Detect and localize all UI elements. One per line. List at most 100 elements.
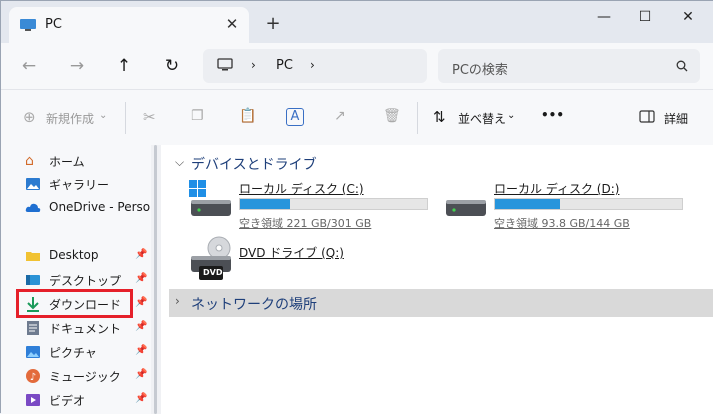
back-button[interactable]: ← bbox=[18, 55, 40, 77]
sidebar-item-label: ビデオ bbox=[49, 394, 86, 408]
navigation-pane: ⌂ ホーム ギャラリー OneDrive - Persona Desktop 📌 bbox=[1, 145, 151, 414]
drive-name: DVD ドライブ (Q:) bbox=[239, 246, 344, 260]
storage-bar bbox=[494, 198, 683, 210]
address-bar[interactable]: › PC › bbox=[203, 49, 427, 83]
up-button[interactable]: ↑ bbox=[113, 55, 135, 77]
delete-icon[interactable]: 🗑 bbox=[383, 108, 401, 128]
search-icon bbox=[676, 60, 688, 72]
devices-section-header[interactable]: ⌵ デバイスとドライブ bbox=[161, 150, 713, 176]
sort-icon: ⇅ bbox=[433, 108, 446, 126]
pictures-icon bbox=[26, 346, 40, 358]
sidebar-item-label: ピクチャ bbox=[49, 346, 97, 360]
windows-drive-icon bbox=[189, 180, 231, 216]
pin-icon[interactable]: 📌 bbox=[135, 249, 147, 260]
content-pane: ⌵ デバイスとドライブ ローカル ディスク (C:) 空き領域 221 GB/3… bbox=[161, 145, 713, 414]
drive-name: ローカル ディスク (C:) bbox=[239, 182, 364, 196]
sidebar-item-label: ホーム bbox=[49, 155, 85, 169]
sidebar-item-pictures[interactable]: ピクチャ 📌 bbox=[25, 341, 151, 363]
divider bbox=[125, 102, 126, 134]
sidebar-item-label: Desktop bbox=[49, 248, 99, 262]
drive-d[interactable]: ローカル ディスク (D:) 空き領域 93.8 GB/144 GB bbox=[444, 180, 684, 240]
section-title: デバイスとドライブ bbox=[191, 157, 317, 173]
section-title: ネットワークの場所 bbox=[191, 297, 317, 313]
sidebar-item-desktop-folder[interactable]: Desktop 📌 bbox=[25, 245, 151, 267]
sort-button[interactable]: ⇅ 並べ替え ⌄ bbox=[433, 108, 523, 128]
new-label: 新規作成 bbox=[46, 112, 95, 126]
sidebar-item-gallery[interactable]: ギャラリー bbox=[25, 173, 151, 195]
command-bar: ⊕ 新規作成 ⌄ ✂ ❐ 📋 A ↗ 🗑 ⇅ 並べ替え ⌄ ••• 詳細 bbox=[1, 89, 713, 145]
sidebar-scrollbar[interactable] bbox=[151, 145, 161, 414]
sidebar-item-label: ドキュメント bbox=[49, 322, 122, 336]
downloads-highlight-box bbox=[16, 289, 133, 318]
close-window-button[interactable]: ✕ bbox=[669, 5, 707, 29]
cut-icon[interactable]: ✂ bbox=[143, 108, 156, 128]
drive-name: ローカル ディスク (D:) bbox=[494, 182, 620, 196]
folder-icon bbox=[26, 252, 40, 261]
chevron-right-icon[interactable]: › bbox=[251, 58, 256, 72]
paste-icon[interactable]: 📋 bbox=[239, 108, 256, 128]
more-button[interactable]: ••• bbox=[541, 108, 564, 128]
sidebar-item-label: OneDrive - Persona bbox=[49, 200, 151, 214]
details-pane-icon bbox=[639, 110, 655, 123]
copy-icon[interactable]: ❐ bbox=[191, 108, 204, 128]
pin-icon[interactable]: 📌 bbox=[135, 297, 147, 308]
pin-icon[interactable]: 📌 bbox=[135, 321, 147, 332]
details-label: 詳細 bbox=[664, 112, 689, 126]
chevron-down-icon: ⌄ bbox=[507, 110, 516, 121]
drive-free-space: 空き領域 221 GB/301 GB bbox=[239, 217, 372, 230]
sidebar-item-label: ギャラリー bbox=[49, 178, 110, 192]
music-icon: ♪ bbox=[26, 369, 40, 383]
dvd-badge: DVD bbox=[203, 268, 223, 277]
sort-label: 並べ替え bbox=[458, 112, 507, 126]
minimize-button[interactable]: — bbox=[585, 5, 623, 29]
close-tab-icon[interactable]: ✕ bbox=[222, 14, 242, 34]
sidebar-item-home[interactable]: ⌂ ホーム bbox=[25, 150, 151, 172]
new-tab-button[interactable]: + bbox=[263, 14, 283, 34]
pc-icon bbox=[20, 19, 36, 31]
title-bar: PC ✕ + — ☐ ✕ bbox=[1, 1, 713, 43]
tab-label: PC bbox=[45, 17, 62, 32]
search-placeholder: PCの検索 bbox=[452, 63, 508, 78]
drive-free-space: 空き領域 93.8 GB/144 GB bbox=[494, 217, 630, 230]
chevron-down-icon: ⌄ bbox=[99, 110, 108, 121]
storage-bar-fill bbox=[240, 199, 291, 209]
storage-bar bbox=[239, 198, 428, 210]
add-icon: ⊕ bbox=[23, 108, 36, 126]
svg-text:♪: ♪ bbox=[30, 372, 36, 383]
video-icon bbox=[26, 394, 40, 406]
storage-bar-fill bbox=[495, 199, 561, 209]
sidebar-item-desktop[interactable]: デスクトップ 📌 bbox=[25, 269, 151, 291]
sidebar-item-label: デスクトップ bbox=[49, 274, 122, 288]
refresh-button[interactable]: ↻ bbox=[161, 55, 183, 77]
forward-button[interactable]: → bbox=[66, 55, 88, 77]
home-icon: ⌂ bbox=[25, 153, 34, 169]
pin-icon[interactable]: 📌 bbox=[135, 393, 147, 404]
cloud-icon bbox=[25, 203, 41, 212]
pin-icon[interactable]: 📌 bbox=[135, 345, 147, 356]
pin-icon[interactable]: 📌 bbox=[135, 273, 147, 284]
pin-icon[interactable]: 📌 bbox=[135, 369, 147, 380]
search-input[interactable]: PCの検索 bbox=[438, 49, 700, 83]
document-icon bbox=[27, 321, 39, 335]
share-icon[interactable]: ↗ bbox=[334, 108, 346, 128]
rename-icon[interactable]: A bbox=[286, 108, 304, 126]
chevron-right-icon[interactable]: › bbox=[310, 58, 315, 72]
tab-pc[interactable]: PC ✕ bbox=[9, 7, 249, 43]
explorer-window: PC ✕ + — ☐ ✕ ← → ↑ ↻ › PC › PCの検索 ⊕ 新規作成… bbox=[0, 0, 713, 414]
address-row: ← → ↑ ↻ › PC › PCの検索 bbox=[1, 43, 713, 89]
divider bbox=[417, 102, 418, 134]
sidebar-item-onedrive[interactable]: OneDrive - Persona bbox=[25, 197, 151, 219]
maximize-button[interactable]: ☐ bbox=[626, 5, 664, 29]
scrollbar-thumb[interactable] bbox=[154, 145, 157, 414]
gallery-icon bbox=[26, 178, 40, 190]
details-button[interactable]: 詳細 bbox=[639, 108, 699, 128]
drive-c[interactable]: ローカル ディスク (C:) 空き領域 221 GB/301 GB bbox=[189, 180, 429, 240]
new-button[interactable]: ⊕ 新規作成 ⌄ bbox=[23, 108, 113, 128]
sidebar-item-documents[interactable]: ドキュメント 📌 bbox=[25, 317, 151, 339]
sidebar-item-music[interactable]: ♪ ミュージック 📌 bbox=[25, 365, 151, 387]
hard-drive-icon bbox=[446, 200, 486, 216]
sidebar-item-videos[interactable]: ビデオ 📌 bbox=[25, 389, 151, 411]
network-section-header[interactable]: › ネットワークの場所 bbox=[169, 289, 713, 317]
desktop-icon bbox=[26, 275, 40, 285]
breadcrumb-pc[interactable]: PC bbox=[276, 58, 293, 73]
